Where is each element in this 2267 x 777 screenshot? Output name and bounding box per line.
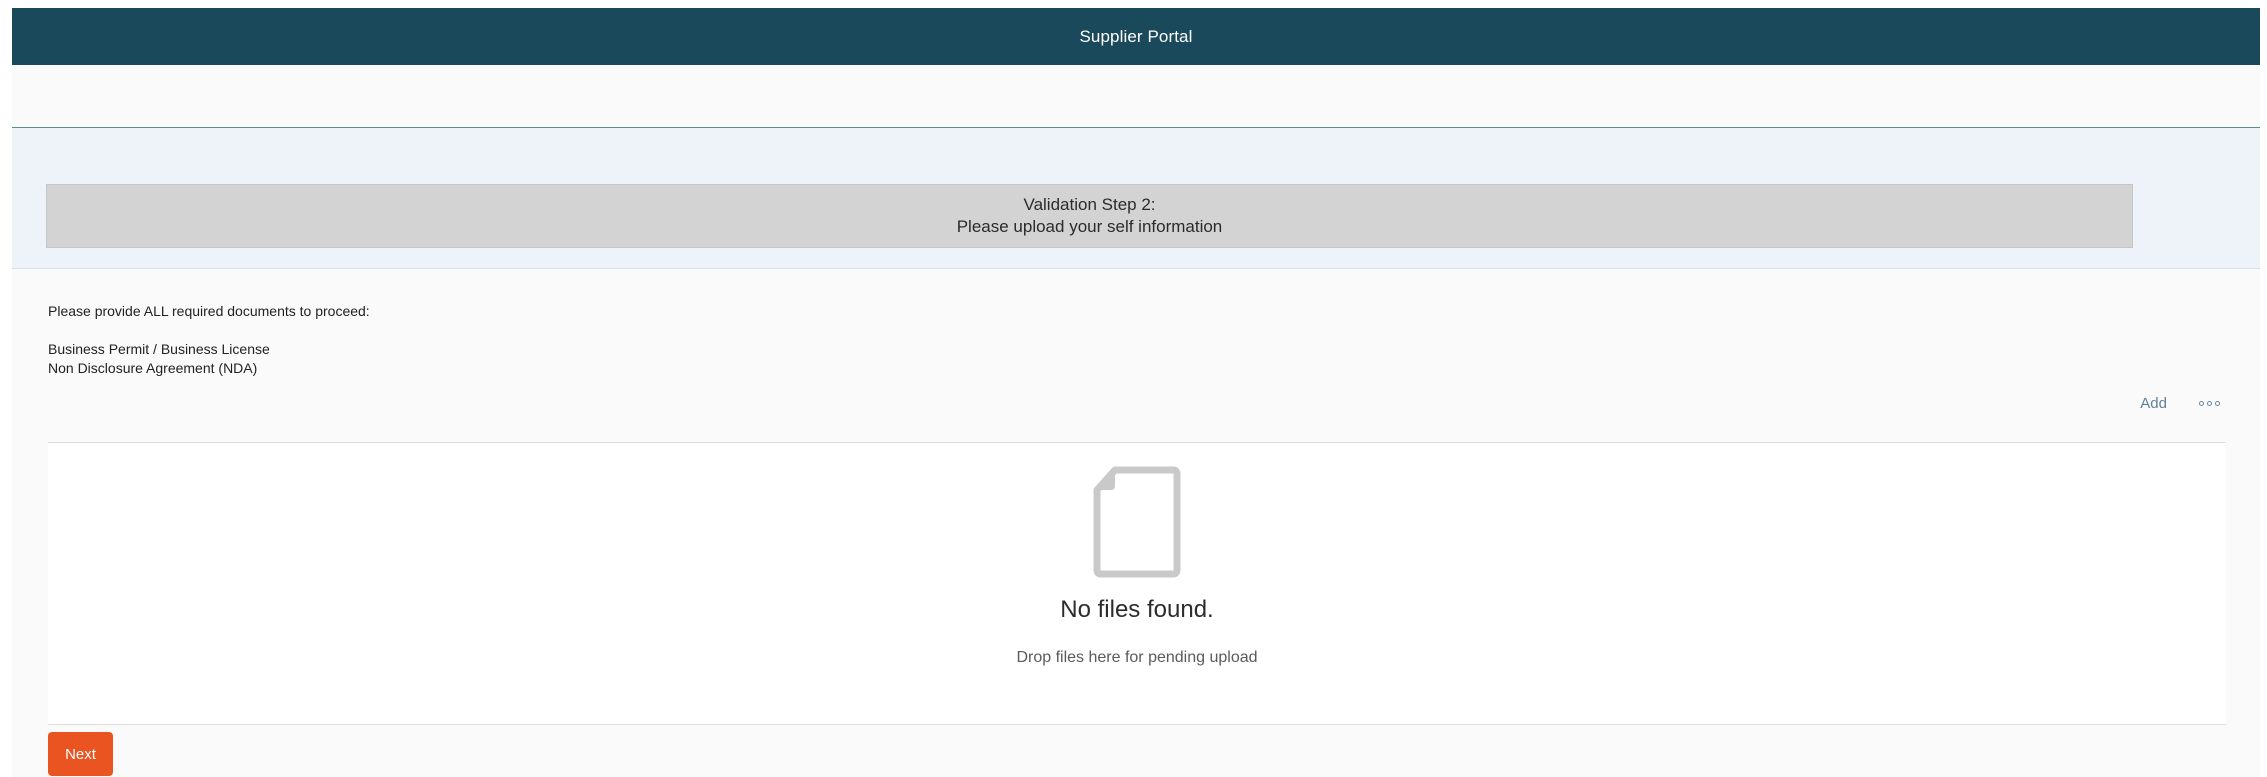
app-frame: Supplier Portal Validation Step 2: Pleas… (12, 8, 2260, 777)
overflow-dot (2215, 401, 2220, 406)
validation-step-area: Validation Step 2: Please upload your se… (12, 128, 2260, 269)
window-edge (2260, 0, 2267, 777)
shell-bar: Supplier Portal (12, 8, 2260, 65)
overflow-dot (2207, 401, 2212, 406)
overflow-dot (2199, 401, 2204, 406)
sub-header (12, 65, 2260, 128)
empty-state-title: No files found. (1060, 596, 1214, 623)
validation-step-banner: Validation Step 2: Please upload your se… (46, 184, 2133, 248)
add-button[interactable]: Add (2140, 395, 2167, 412)
instructions: Please provide ALL required documents to… (48, 302, 370, 378)
file-drop-zone[interactable]: No files found. Drop files here for pend… (48, 442, 2226, 725)
required-document-item: Non Disclosure Agreement (NDA) (48, 360, 258, 376)
validation-step-title: Validation Step 2: (1023, 195, 1156, 214)
upload-toolbar: Add (2140, 395, 2220, 412)
app-title: Supplier Portal (1079, 26, 1193, 46)
upload-content: Please provide ALL required documents to… (12, 269, 2260, 777)
instructions-lead: Please provide ALL required documents to… (48, 303, 370, 319)
empty-state-subtitle: Drop files here for pending upload (1016, 649, 1258, 666)
document-icon (1093, 466, 1181, 578)
overflow-menu-icon[interactable] (2199, 401, 2220, 406)
validation-step-description: Please upload your self information (956, 217, 1223, 236)
required-document-item: Business Permit / Business License (48, 341, 270, 357)
next-button[interactable]: Next (48, 732, 113, 776)
